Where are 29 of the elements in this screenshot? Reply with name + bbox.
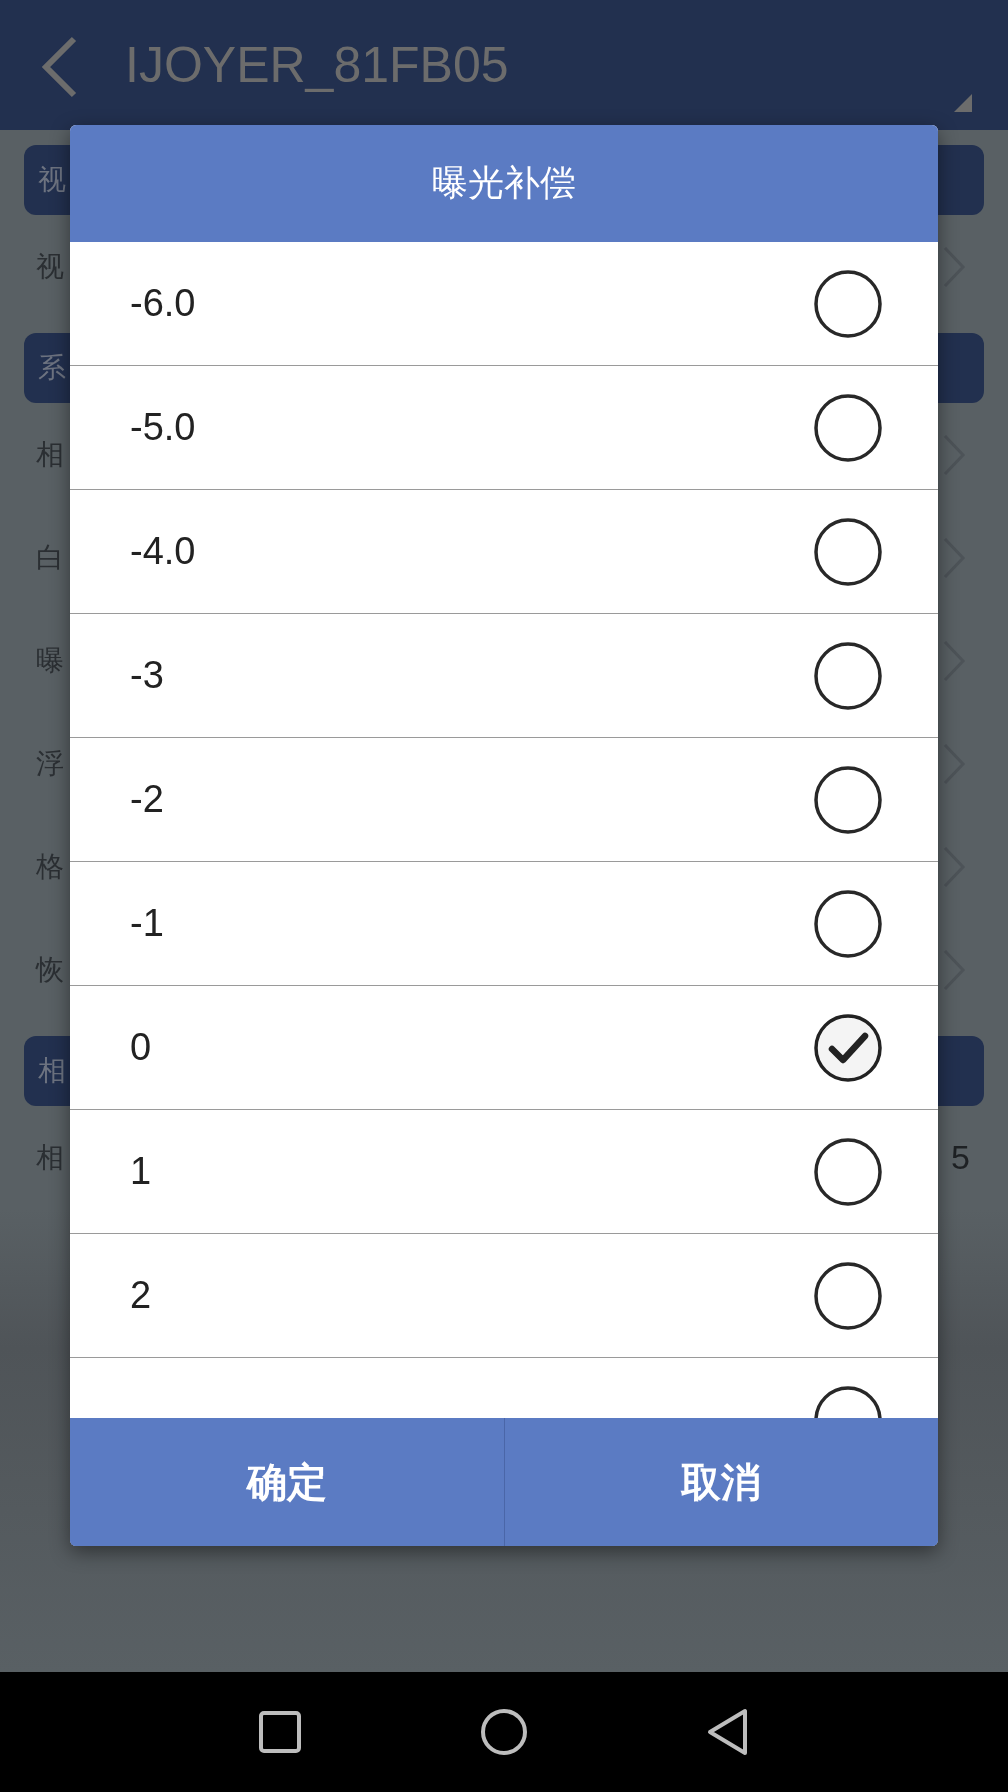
option-item[interactable]: -2 xyxy=(70,738,938,862)
option-item[interactable]: -1 xyxy=(70,862,938,986)
radio-button[interactable] xyxy=(813,640,883,711)
option-item[interactable]: 1 xyxy=(70,1110,938,1234)
corner-triangle-icon xyxy=(954,94,972,112)
radio-button[interactable] xyxy=(813,764,883,835)
home-icon[interactable] xyxy=(480,1708,528,1756)
option-item[interactable]: -6.0 xyxy=(70,242,938,366)
option-item[interactable]: 2 xyxy=(70,1234,938,1358)
option-item[interactable]: 0 xyxy=(70,986,938,1110)
section-title: 视 xyxy=(38,162,66,198)
radio-button[interactable] xyxy=(813,268,883,339)
radio-button[interactable] xyxy=(813,1260,883,1331)
option-item[interactable]: -4.0 xyxy=(70,490,938,614)
back-icon[interactable] xyxy=(706,1708,750,1756)
app-title: IJOYER_81FB05 xyxy=(125,36,509,94)
radio-button[interactable] xyxy=(813,888,883,959)
recent-apps-icon[interactable] xyxy=(258,1710,302,1754)
radio-button[interactable] xyxy=(813,1012,883,1083)
option-item[interactable]: -5.0 xyxy=(70,366,938,490)
radio-button[interactable] xyxy=(813,1136,883,1207)
option-item[interactable]: -3 xyxy=(70,614,938,738)
section-title: 相 xyxy=(38,1053,66,1089)
dialog-title: 曝光补偿 xyxy=(70,125,938,242)
section-title: 系 xyxy=(38,350,66,386)
radio-button[interactable] xyxy=(813,516,883,587)
setting-value: 5 xyxy=(951,1138,970,1177)
radio-button[interactable] xyxy=(813,392,883,463)
cancel-button[interactable]: 取消 xyxy=(503,1418,938,1546)
